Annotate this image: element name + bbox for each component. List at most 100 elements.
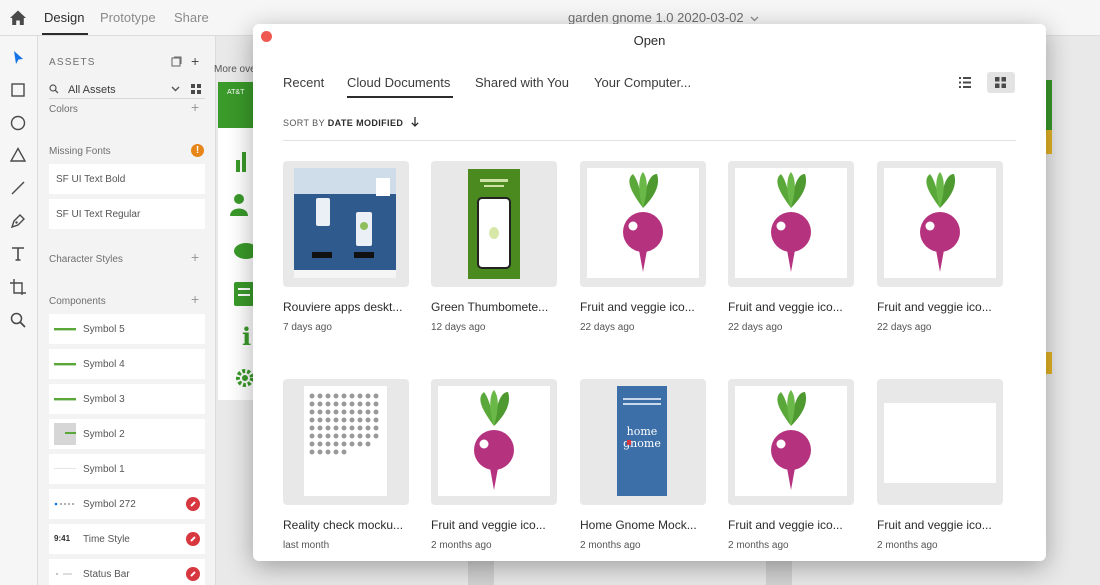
- tab-your-computer[interactable]: Your Computer...: [594, 75, 691, 90]
- chevron-down-icon[interactable]: [171, 86, 180, 92]
- home-gnome-wordmark: home gnome: [623, 425, 661, 450]
- file-date: 2 months ago: [728, 540, 789, 551]
- users-icon: [230, 194, 248, 216]
- artboard-tool-icon[interactable]: [8, 277, 28, 297]
- dialog-title: Open: [633, 33, 666, 48]
- grid-view-button[interactable]: [987, 72, 1015, 93]
- component-item[interactable]: Symbol 5: [49, 314, 205, 344]
- beet-icon: [884, 168, 996, 278]
- component-label: Status Bar: [83, 569, 130, 580]
- component-item[interactable]: Symbol 2: [49, 419, 205, 449]
- artboard-edge: [468, 561, 494, 585]
- grid-view-icon[interactable]: [191, 84, 201, 94]
- web-mockup-preview: [294, 168, 396, 278]
- symbol-thumbnail: [56, 573, 72, 575]
- component-item[interactable]: Status Bar: [49, 559, 205, 585]
- file-name: Home Gnome Mock...: [580, 518, 697, 532]
- pen-tool-icon[interactable]: [8, 211, 28, 231]
- time-style-thumbnail: 9:41: [54, 534, 71, 543]
- library-icon[interactable]: [171, 56, 182, 67]
- file-date: last month: [283, 540, 330, 551]
- file-date: 2 months ago: [877, 540, 938, 551]
- component-item[interactable]: Symbol 272: [49, 489, 205, 519]
- file-name: Fruit and veggie ico...: [877, 300, 992, 314]
- open-dialog: Open Recent Cloud Documents Shared with …: [253, 24, 1046, 561]
- add-color-button[interactable]: +: [191, 100, 199, 114]
- file-thumbnail: [431, 161, 557, 287]
- component-label: Symbol 5: [83, 324, 125, 335]
- tab-prototype[interactable]: Prototype: [100, 10, 156, 25]
- arrow-down-icon: [411, 117, 419, 127]
- assets-panel: ASSETS + All Assets Colors + Missing Fon…: [38, 36, 216, 585]
- file-name: Fruit and veggie ico...: [728, 518, 843, 532]
- broken-link-icon[interactable]: [186, 567, 200, 581]
- sort-control[interactable]: SORT BY DATE MODIFIED: [283, 117, 419, 128]
- sort-divider: [283, 140, 1016, 141]
- file-date: 22 days ago: [728, 322, 783, 333]
- active-tab-indicator: [347, 96, 453, 98]
- file-date: 7 days ago: [283, 322, 332, 333]
- bar-chart-icon: [236, 152, 246, 172]
- artboard-edge: [766, 561, 792, 585]
- assets-title: ASSETS: [49, 57, 96, 68]
- chat-icon: [234, 243, 254, 259]
- missing-font-item[interactable]: SF UI Text Bold: [49, 164, 205, 194]
- ellipse-tool-icon[interactable]: [8, 113, 28, 133]
- broken-link-icon[interactable]: [186, 532, 200, 546]
- file-name: Rouviere apps deskt...: [283, 300, 403, 314]
- grid-view-icon: [995, 77, 1006, 88]
- missing-font-item[interactable]: SF UI Text Regular: [49, 199, 205, 229]
- component-item[interactable]: Symbol 3: [49, 384, 205, 414]
- tab-design[interactable]: Design: [44, 10, 84, 25]
- triangle-tool-icon[interactable]: [8, 145, 28, 165]
- component-label: Time Style: [83, 534, 130, 545]
- tab-share[interactable]: Share: [174, 10, 209, 25]
- home-icon[interactable]: [9, 9, 27, 27]
- symbol-thumbnail: [54, 398, 76, 401]
- file-name: Fruit and veggie ico...: [431, 518, 546, 532]
- text-tool-icon[interactable]: [8, 244, 28, 264]
- file-name: Green Thumbomete...: [431, 300, 549, 314]
- sort-prefix: SORT BY: [283, 118, 325, 128]
- carrier-text: AT&T: [227, 89, 245, 96]
- warning-icon[interactable]: !: [191, 144, 204, 157]
- broken-link-icon[interactable]: [186, 497, 200, 511]
- symbol-thumbnail: [54, 468, 76, 469]
- beet-icon: [438, 386, 550, 496]
- component-item[interactable]: Symbol 4: [49, 349, 205, 379]
- assets-filter-select[interactable]: All Assets: [68, 84, 116, 96]
- file-date: 2 months ago: [580, 540, 641, 551]
- component-label: Symbol 272: [83, 499, 136, 510]
- blank-preview: [884, 403, 996, 483]
- list-view-button[interactable]: [951, 72, 979, 93]
- file-thumbnail: [728, 161, 854, 287]
- artboard-edge: [1046, 352, 1052, 374]
- file-thumbnail: [580, 161, 706, 287]
- filter-divider: [49, 98, 205, 99]
- active-tab-indicator: [42, 33, 88, 35]
- rectangle-tool-icon[interactable]: [8, 80, 28, 100]
- tab-cloud-documents[interactable]: Cloud Documents: [347, 75, 450, 90]
- file-thumbnail: home gnome: [580, 379, 706, 505]
- component-item[interactable]: 9:41 Time Style: [49, 524, 205, 554]
- canvas-label: More ove: [214, 62, 256, 82]
- file-thumbnail: [877, 161, 1003, 287]
- add-character-style-button[interactable]: +: [191, 250, 199, 264]
- symbol-thumbnail: [54, 328, 76, 331]
- missing-fonts-label: Missing Fonts: [49, 146, 111, 157]
- component-item[interactable]: Symbol 1: [49, 454, 205, 484]
- zoom-tool-icon[interactable]: [8, 310, 28, 330]
- tab-recent[interactable]: Recent: [283, 75, 324, 90]
- beet-icon: [735, 386, 847, 496]
- select-tool-icon[interactable]: [8, 48, 28, 68]
- search-icon[interactable]: [49, 84, 59, 94]
- file-date: 2 months ago: [431, 540, 492, 551]
- line-tool-icon[interactable]: [8, 178, 28, 198]
- document-title[interactable]: garden gnome 1.0 2020-03-02: [568, 10, 759, 25]
- add-asset-button[interactable]: +: [191, 54, 199, 68]
- tab-shared-with-you[interactable]: Shared with You: [475, 75, 569, 90]
- add-component-button[interactable]: +: [191, 292, 199, 306]
- file-name: Fruit and veggie ico...: [580, 300, 695, 314]
- file-thumbnail: [728, 379, 854, 505]
- component-label: Symbol 3: [83, 394, 125, 405]
